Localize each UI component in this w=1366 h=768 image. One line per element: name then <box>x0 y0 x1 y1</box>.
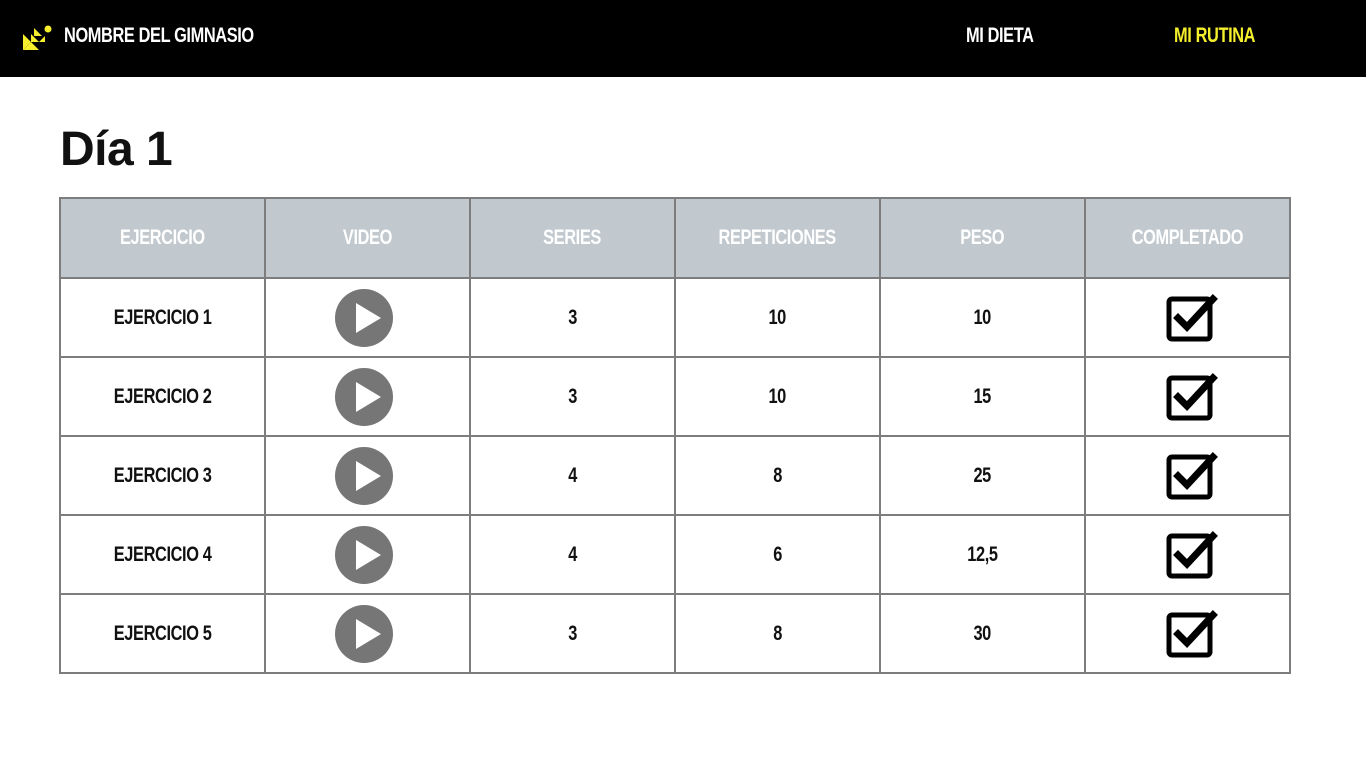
video-cell <box>264 435 471 516</box>
checked-checkbox-icon[interactable] <box>1166 372 1218 422</box>
completed-cell <box>1084 435 1291 516</box>
completed-cell <box>1084 356 1291 437</box>
routine-table: EJERCICIO VIDEO SERIES REPETICIONES PESO… <box>59 197 1291 674</box>
reps-value: 10 <box>768 305 787 329</box>
checked-checkbox-icon[interactable] <box>1166 530 1218 580</box>
nav-mi-dieta[interactable]: MI DIETA <box>966 24 1034 48</box>
exercise-cell: EJERCICIO 3 <box>59 435 266 516</box>
exercise-name: EJERCICIO 2 <box>113 384 212 408</box>
gym-logo-icon <box>23 25 52 50</box>
series-value: 4 <box>568 463 577 487</box>
video-cell <box>264 593 471 674</box>
weight-value: 15 <box>973 384 992 408</box>
column-header-series: SERIES <box>469 197 676 279</box>
checked-checkbox-icon[interactable] <box>1166 451 1218 501</box>
reps-cell: 8 <box>674 593 881 674</box>
series-value: 3 <box>568 305 577 329</box>
play-icon[interactable] <box>334 446 394 506</box>
table-row: EJERCICIO 5 3 8 30 <box>59 593 1291 674</box>
exercise-cell: EJERCICIO 4 <box>59 514 266 595</box>
series-cell: 3 <box>469 593 676 674</box>
column-header-ejercicio: EJERCICIO <box>59 197 266 279</box>
page-title: Día 1 <box>60 123 173 176</box>
series-value: 4 <box>568 542 577 566</box>
table-row: EJERCICIO 1 3 10 10 <box>59 277 1291 358</box>
nav-mi-rutina[interactable]: MI RUTINA <box>1174 24 1256 48</box>
exercise-cell: EJERCICIO 5 <box>59 593 266 674</box>
table-header-row: EJERCICIO VIDEO SERIES REPETICIONES PESO… <box>59 197 1291 279</box>
weight-value: 30 <box>973 621 992 645</box>
checked-checkbox-icon[interactable] <box>1166 609 1218 659</box>
reps-cell: 10 <box>674 277 881 358</box>
video-cell <box>264 356 471 437</box>
completed-cell <box>1084 593 1291 674</box>
weight-cell: 10 <box>879 277 1086 358</box>
weight-value: 12,5 <box>967 542 998 566</box>
video-cell <box>264 277 471 358</box>
column-header-peso: PESO <box>879 197 1086 279</box>
reps-value: 8 <box>773 463 782 487</box>
weight-cell: 12,5 <box>879 514 1086 595</box>
column-header-label: SERIES <box>543 226 602 249</box>
weight-value: 10 <box>973 305 992 329</box>
column-header-completado: COMPLETADO <box>1084 197 1291 279</box>
series-value: 3 <box>568 384 577 408</box>
series-cell: 3 <box>469 356 676 437</box>
column-header-label: VIDEO <box>342 226 393 249</box>
column-header-label: EJERCICIO <box>120 226 205 249</box>
play-icon[interactable] <box>334 367 394 427</box>
exercise-cell: EJERCICIO 1 <box>59 277 266 358</box>
exercise-name: EJERCICIO 3 <box>113 463 212 487</box>
reps-cell: 10 <box>674 356 881 437</box>
series-value: 3 <box>568 621 577 645</box>
weight-cell: 15 <box>879 356 1086 437</box>
gym-name: NOMBRE DEL GIMNASIO <box>64 24 254 47</box>
weight-cell: 25 <box>879 435 1086 516</box>
reps-value: 8 <box>773 621 782 645</box>
series-cell: 4 <box>469 514 676 595</box>
exercise-name: EJERCICIO 5 <box>113 621 212 645</box>
play-icon[interactable] <box>334 604 394 664</box>
table-row: EJERCICIO 3 4 8 25 <box>59 435 1291 516</box>
column-header-video: VIDEO <box>264 197 471 279</box>
weight-value: 25 <box>973 463 992 487</box>
series-cell: 4 <box>469 435 676 516</box>
column-header-repeticiones: REPETICIONES <box>674 197 881 279</box>
completed-cell <box>1084 514 1291 595</box>
column-header-label: PESO <box>960 226 1005 249</box>
table-row: EJERCICIO 2 3 10 15 <box>59 356 1291 437</box>
column-header-label: REPETICIONES <box>718 226 837 249</box>
reps-cell: 6 <box>674 514 881 595</box>
exercise-name: EJERCICIO 1 <box>113 305 212 329</box>
exercise-name: EJERCICIO 4 <box>113 542 212 566</box>
reps-value: 10 <box>768 384 787 408</box>
completed-cell <box>1084 277 1291 358</box>
exercise-cell: EJERCICIO 2 <box>59 356 266 437</box>
reps-cell: 8 <box>674 435 881 516</box>
play-icon[interactable] <box>334 525 394 585</box>
series-cell: 3 <box>469 277 676 358</box>
checked-checkbox-icon[interactable] <box>1166 293 1218 343</box>
play-icon[interactable] <box>334 288 394 348</box>
reps-value: 6 <box>773 542 782 566</box>
video-cell <box>264 514 471 595</box>
column-header-label: COMPLETADO <box>1131 226 1244 249</box>
top-navigation-bar: NOMBRE DEL GIMNASIO MI DIETA MI RUTINA <box>0 0 1366 77</box>
table-row: EJERCICIO 4 4 6 12,5 <box>59 514 1291 595</box>
weight-cell: 30 <box>879 593 1086 674</box>
